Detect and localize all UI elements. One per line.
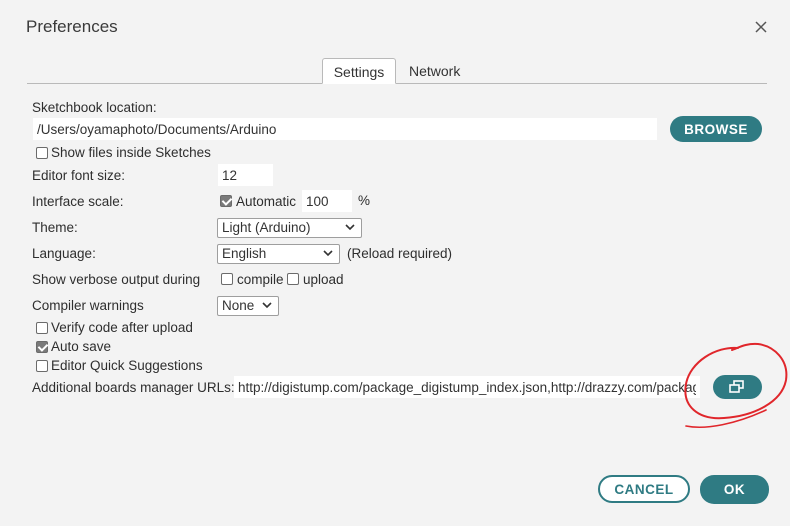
- annotation-circle: [684, 342, 788, 429]
- automatic-scale-checkbox[interactable]: [220, 195, 232, 207]
- interface-scale-input[interactable]: [302, 190, 352, 212]
- verify-code-label: Verify code after upload: [51, 320, 193, 335]
- verbose-label: Show verbose output during: [32, 272, 201, 287]
- theme-label: Theme:: [32, 220, 78, 235]
- ok-button[interactable]: OK: [700, 475, 769, 504]
- browse-button[interactable]: BROWSE: [670, 116, 762, 142]
- theme-select[interactable]: Light (Arduino): [217, 218, 362, 238]
- interface-scale-unit: %: [358, 193, 371, 208]
- tab-network[interactable]: Network: [409, 58, 479, 84]
- language-reload-note: (Reload required): [347, 246, 453, 261]
- font-size-input[interactable]: [218, 164, 273, 186]
- verify-code-checkbox[interactable]: [36, 322, 48, 334]
- compiler-warnings-value: None: [222, 298, 255, 313]
- tab-divider: [27, 83, 767, 84]
- show-files-checkbox[interactable]: [36, 147, 48, 159]
- auto-save-checkbox[interactable]: [36, 341, 48, 353]
- dialog-title: Preferences: [26, 17, 118, 36]
- theme-select-value: Light (Arduino): [222, 220, 311, 235]
- cancel-button[interactable]: CANCEL: [598, 475, 690, 503]
- verbose-compile-checkbox[interactable]: [221, 273, 233, 285]
- boards-urls-label: Additional boards manager URLs:: [32, 380, 235, 395]
- tab-settings[interactable]: Settings: [322, 58, 396, 84]
- verbose-compile-label: compile: [237, 272, 284, 287]
- language-select[interactable]: English: [217, 244, 340, 264]
- automatic-scale-label: Automatic: [236, 194, 297, 209]
- quick-suggestions-label: Editor Quick Suggestions: [51, 358, 203, 373]
- font-size-label: Editor font size:: [32, 168, 126, 183]
- boards-urls-input[interactable]: [234, 376, 700, 398]
- language-label: Language:: [32, 246, 96, 261]
- chevron-down-icon: [262, 302, 272, 309]
- chevron-down-icon: [345, 224, 355, 231]
- language-select-value: English: [222, 246, 267, 261]
- show-files-label: Show files inside Sketches: [51, 145, 211, 160]
- compiler-warnings-select[interactable]: None: [217, 296, 279, 316]
- verbose-upload-checkbox[interactable]: [287, 273, 299, 285]
- sketchbook-label: Sketchbook location:: [32, 100, 157, 115]
- close-icon[interactable]: [752, 18, 770, 36]
- chevron-down-icon: [323, 250, 333, 257]
- sketchbook-location-input[interactable]: [33, 118, 657, 140]
- interface-scale-label: Interface scale:: [32, 194, 124, 209]
- compiler-warnings-label: Compiler warnings: [32, 298, 144, 313]
- auto-save-label: Auto save: [51, 339, 112, 354]
- verbose-upload-label: upload: [303, 272, 344, 287]
- quick-suggestions-checkbox[interactable]: [36, 360, 48, 372]
